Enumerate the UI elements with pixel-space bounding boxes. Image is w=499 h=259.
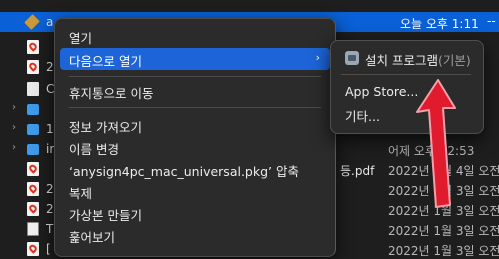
file-modified: 2022년 1월 3일 오전 [388,204,499,218]
pdf-file-icon [27,182,39,196]
file-modified: 2022년 1월 3일 오전 [388,244,499,258]
menu-item-label: 정보 가져오기 [69,120,142,135]
file-modified: 오늘 오후 1:11 [400,17,479,31]
pdf-file-icon [27,202,39,216]
menu-item-make-alias[interactable]: 가상본 만들기 [60,202,330,224]
file-name: a [46,15,54,29]
file-size: -- [487,14,496,28]
file-modified: 어제 오후 12:53 [388,144,475,158]
folder-file-icon [27,144,39,155]
menu-item-compress[interactable]: ‘anysign4pc_mac_universal.pkg’ 압축 [60,158,330,180]
menu-item-label: 열기 [69,31,93,46]
package-file-icon [24,14,40,30]
menu-item-label: 복제 [69,186,93,201]
default-tag: (기본) [437,53,471,68]
white-file-icon [27,222,39,236]
file-modified: 2022년 1월 4일 오전 [388,164,499,178]
menu-item-label: 가상본 만들기 [69,208,142,223]
file-name: 2 [46,202,54,216]
installer-icon [345,51,359,65]
menu-separator [69,107,321,108]
folder-file-icon [27,104,39,115]
file-modified: 2022년 1월 3일 오전 [388,224,499,238]
menu-item-rename[interactable]: 이름 변경 [60,136,330,158]
submenu-item-label: App Store... [345,84,419,99]
pdf-file-icon [27,242,39,256]
file-name: T [46,222,54,236]
disclosure-chevron-icon[interactable]: › [12,142,16,153]
submenu-item-app-store[interactable]: App Store... [337,81,477,103]
disclosure-chevron-icon[interactable]: › [12,122,16,133]
context-menu: 열기 다음으로 열기 › 휴지통으로 이동 정보 가져오기 이름 변경 ‘any… [54,18,336,257]
disclosure-chevron-icon[interactable]: › [12,102,16,113]
file-name: 1 [46,122,54,136]
file-modified: 2022년 1월 3일 오전 [388,184,499,198]
menu-item-move-to-trash[interactable]: 휴지통으로 이동 [60,80,330,102]
menu-item-label: 다음으로 열기 [69,54,142,69]
file-name: 2 [46,60,54,74]
file-name-tail: 등.pdf [340,164,375,178]
chevron-right-icon: › [315,51,320,64]
menu-item-label: 훑어보기 [69,230,116,245]
menu-item-get-info[interactable]: 정보 가져오기 [60,114,330,136]
file-name: 2 [46,182,54,196]
submenu-item-label: 기타... [345,109,380,124]
menu-item-label: ‘anysign4pc_mac_universal.pkg’ 압축 [69,164,299,179]
installer-label: 설치 프로그램 [365,53,438,68]
file-name: [ [46,242,51,256]
folder-file-icon [27,124,39,135]
menu-item-open-with[interactable]: 다음으로 열기 › [60,48,330,70]
menu-item-duplicate[interactable]: 복제 [60,180,330,202]
pdf-file-icon [27,162,39,176]
submenu-item-installer[interactable]: 설치 프로그램(기본) [337,47,477,69]
menu-separator [69,76,321,77]
pdf-file-icon [27,60,39,74]
menu-separator [341,74,471,75]
menu-item-quick-look[interactable]: 훑어보기 [60,224,330,246]
submenu-item-label: 설치 프로그램(기본) [365,50,471,69]
pdf-file-icon [27,40,39,54]
submenu-item-other[interactable]: 기타... [337,103,477,125]
doc-file-icon [27,82,39,96]
menu-item-label: 휴지통으로 이동 [69,86,154,101]
menu-item-open[interactable]: 열기 [60,25,330,47]
open-with-submenu: 설치 프로그램(기본) App Store... 기타... [330,40,484,134]
menu-item-label: 이름 변경 [69,142,119,157]
